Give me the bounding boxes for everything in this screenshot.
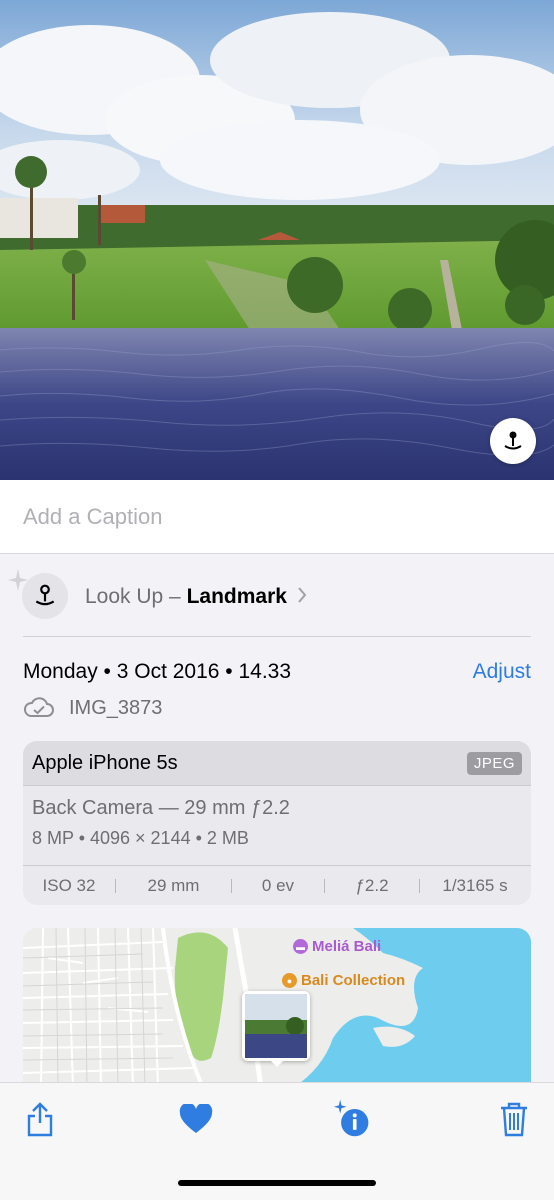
favorite-button[interactable] [176,1099,216,1139]
icloud-check-icon [24,697,54,717]
exif-shutter-speed: 1/3165 s [442,875,508,895]
visual-lookup-icon [504,431,522,450]
thumbnail-image [245,994,307,1058]
delete-button[interactable] [494,1099,534,1139]
visual-lookup-badge[interactable] [490,418,536,464]
location-map[interactable]: ▬ Meliá Bali ● Bali Collection [23,928,531,1088]
lookup-icon-circle [22,573,68,619]
lens-info: Back Camera — 29 mm ƒ2.2 [32,797,290,819]
exif-exposure: 0 ev [261,875,295,895]
poi-shopping-label: Bali Collection [301,972,406,989]
lookup-prefix: Look Up – [85,585,187,608]
exif-aperture: ƒ2.2 [355,875,389,895]
image-specs: 8 MP • 4096 × 2144 • 2 MB [32,828,249,848]
thumbnail-pointer [269,1059,285,1067]
photo-view[interactable] [0,0,554,480]
metadata-header: Apple iPhone 5s JPEG [23,741,531,786]
shopping-bag-icon: ● [282,973,297,988]
lookup-type: Landmark [186,585,287,608]
share-button[interactable] [20,1099,60,1139]
info-sparkle-icon [333,1099,369,1137]
caption-field[interactable]: Add a Caption [0,480,554,554]
lookup-row[interactable]: Look Up – Landmark [0,555,554,637]
exif-iso: ISO 32 [42,875,96,895]
filename-row: IMG_3873 [23,694,162,722]
map-photo-thumbnail[interactable] [242,991,310,1061]
format-badge: JPEG [466,751,522,775]
filename: IMG_3873 [69,696,163,719]
photo-image [0,0,554,480]
adjust-button[interactable]: Adjust [473,660,531,684]
visual-lookup-icon [35,584,55,606]
metadata-card: Apple iPhone 5s JPEG Back Camera — 29 mm… [23,741,531,905]
exif-focal-length: 29 mm [147,875,200,895]
trash-icon [501,1102,527,1137]
lookup-label: Look Up – Landmark [85,585,287,609]
device-name: Apple iPhone 5s [32,751,178,774]
info-button[interactable] [332,1099,372,1139]
date-time: Monday • 3 Oct 2016 • 14.33 [23,660,292,683]
heart-icon [179,1104,213,1133]
map-poi-hotel[interactable]: ▬ Meliá Bali [293,938,381,955]
poi-hotel-label: Meliá Bali [312,938,382,955]
share-icon [27,1102,53,1137]
chevron-right-icon [298,587,307,603]
bed-icon: ▬ [293,939,308,954]
map-poi-shopping[interactable]: ● Bali Collection [282,972,405,989]
divider [23,636,531,637]
home-indicator[interactable] [178,1180,376,1186]
exif-row: ISO 32 29 mm 0 ev ƒ2.2 1/3165 s [23,865,531,905]
